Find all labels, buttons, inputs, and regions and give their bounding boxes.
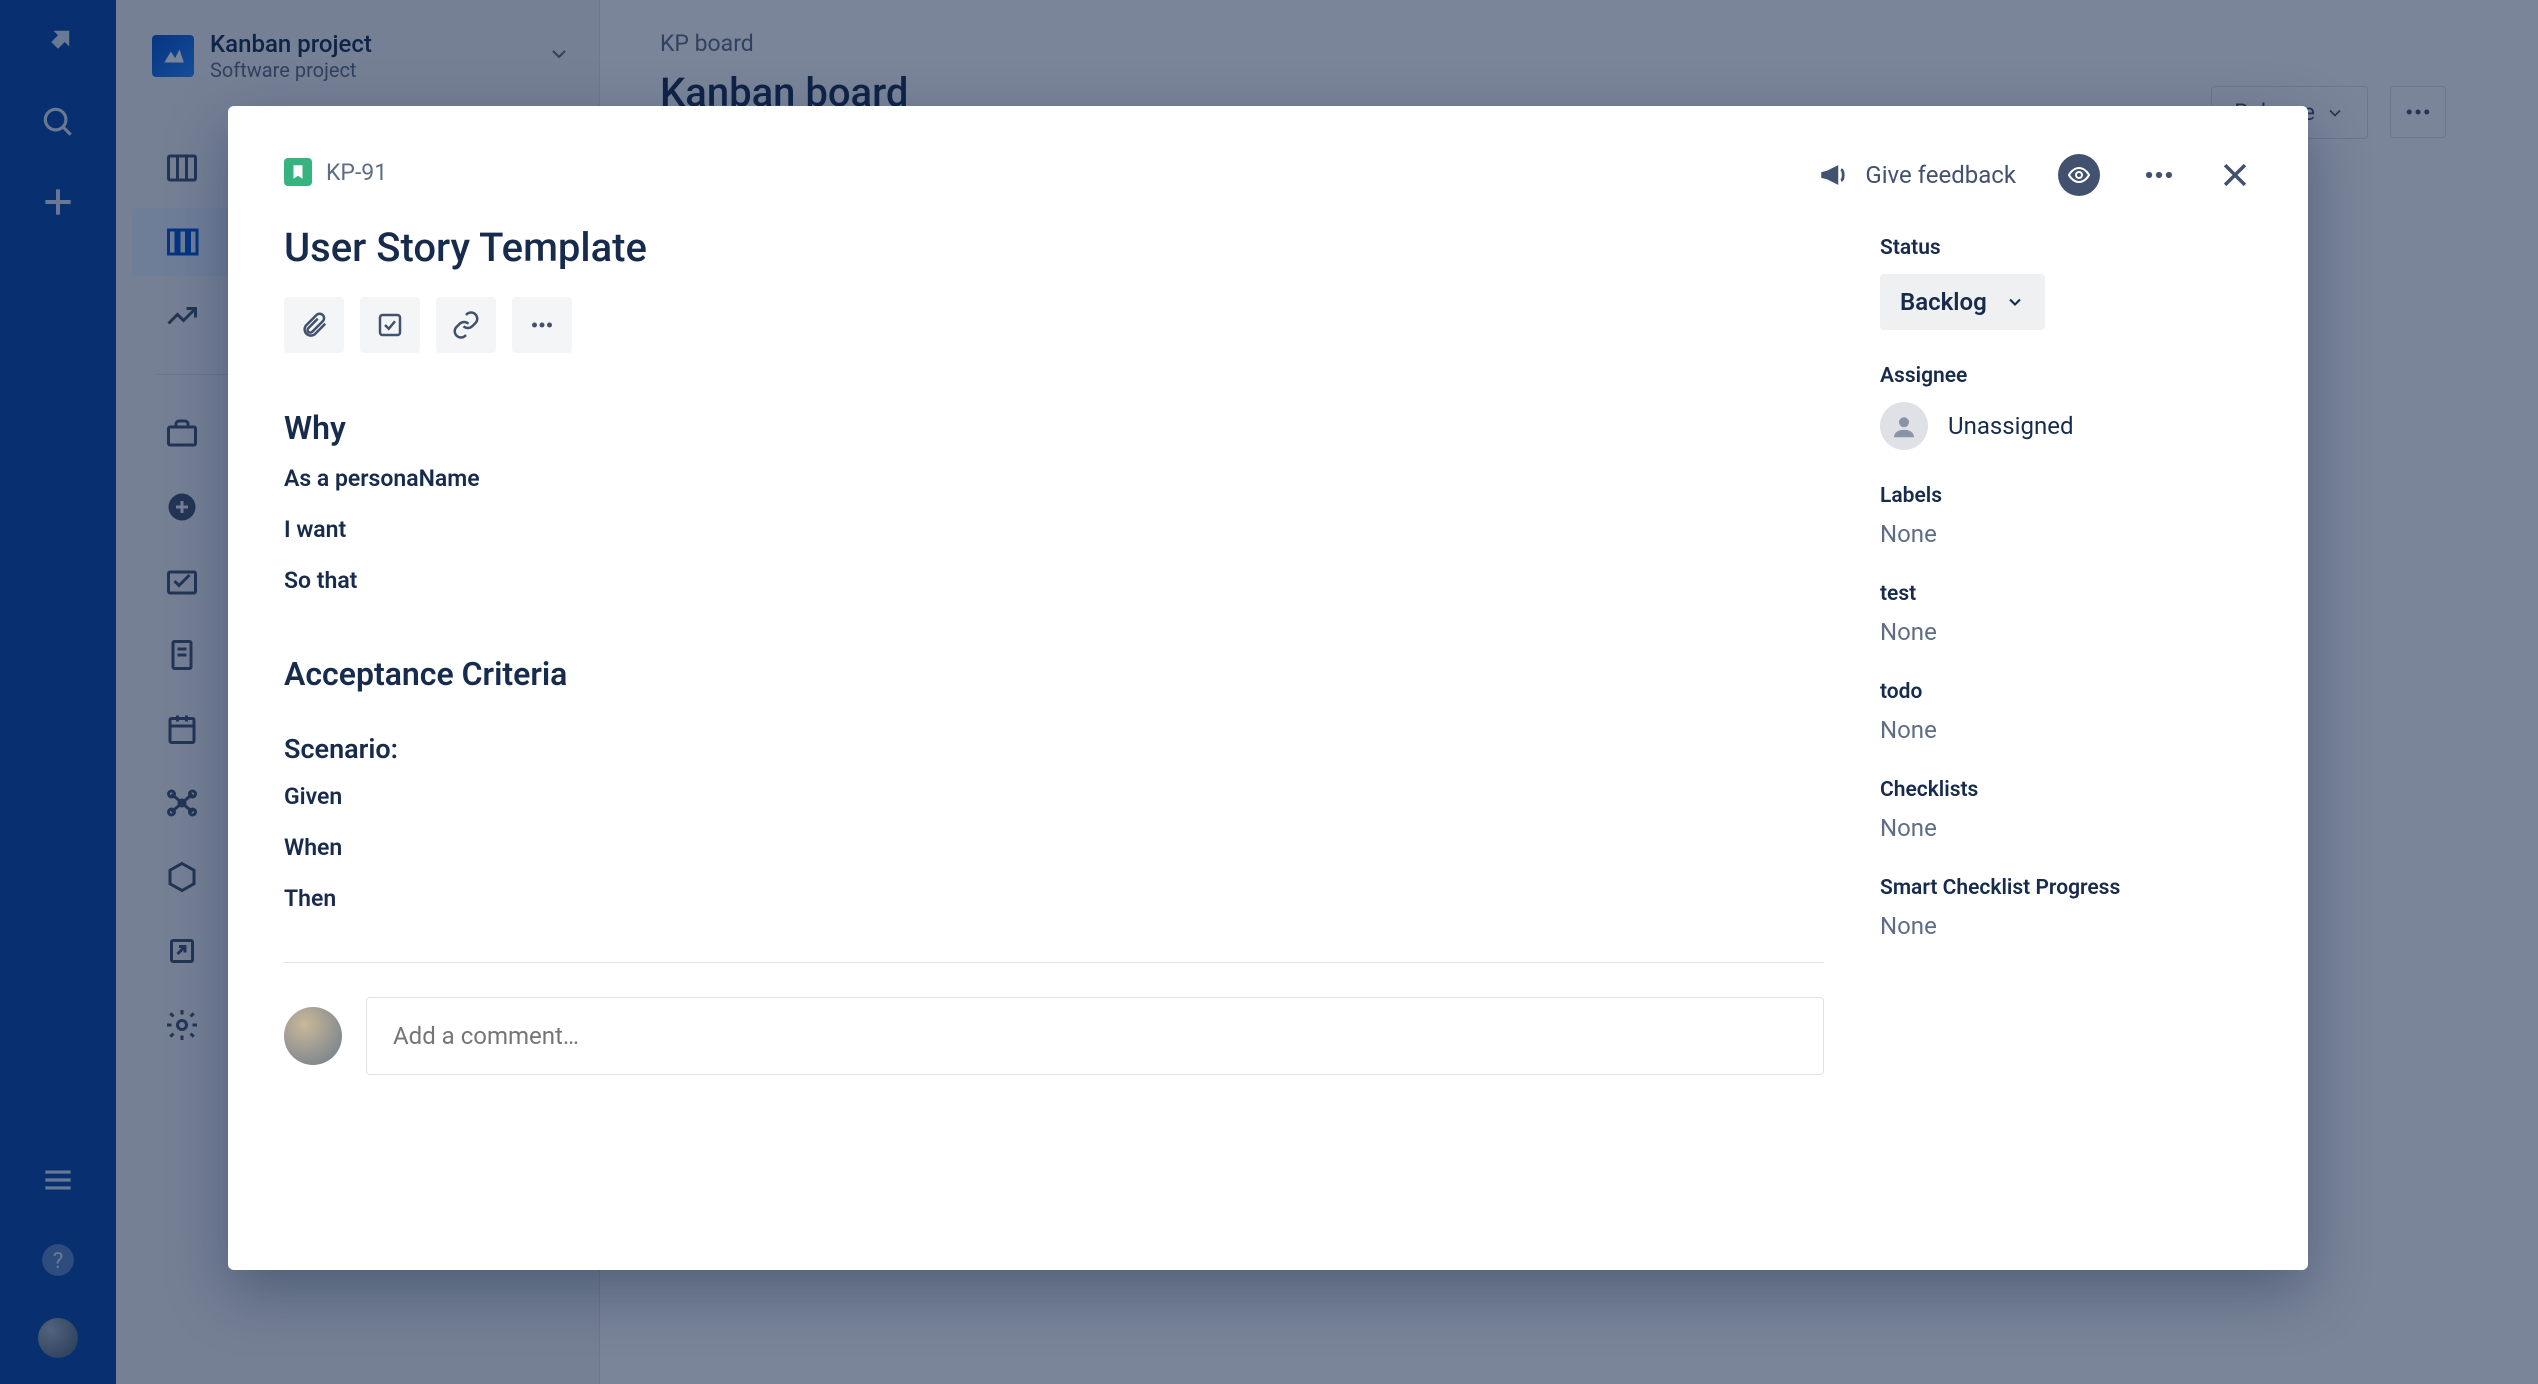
why-heading: Why	[284, 409, 1824, 447]
chevron-down-icon	[2005, 292, 2025, 312]
feedback-label: Give feedback	[1865, 161, 2016, 189]
ac-heading: Acceptance Criteria	[284, 655, 1824, 693]
field-label: todo	[1880, 680, 2252, 704]
story-icon	[284, 158, 312, 186]
person-icon	[1880, 402, 1928, 450]
assignee-field[interactable]: Unassigned	[1880, 402, 2252, 450]
issue-breadcrumb[interactable]: KP-91	[284, 158, 1824, 186]
modal-more-button[interactable]	[2142, 158, 2176, 192]
field-label: Checklists	[1880, 778, 2252, 802]
scenario-heading: Scenario:	[284, 733, 1824, 765]
status-button[interactable]: Backlog	[1880, 274, 2045, 330]
why-line[interactable]: I want	[284, 512, 1824, 549]
comment-avatar	[284, 1007, 342, 1065]
field-value[interactable]: None	[1880, 912, 2252, 940]
assignee-value: Unassigned	[1948, 412, 2073, 440]
link-button[interactable]	[436, 297, 496, 353]
ac-line[interactable]: When	[284, 830, 1824, 867]
field-value[interactable]: None	[1880, 814, 2252, 842]
comment-input[interactable]	[366, 997, 1824, 1075]
why-line[interactable]: As a personaName	[284, 461, 1824, 498]
status-value: Backlog	[1900, 288, 1987, 316]
attach-button[interactable]	[284, 297, 344, 353]
link-icon	[451, 310, 481, 340]
issue-title[interactable]: User Story Template	[284, 224, 1824, 271]
field-label: Smart Checklist Progress	[1880, 876, 2252, 900]
field-label: test	[1880, 582, 2252, 606]
checklist-button[interactable]	[360, 297, 420, 353]
issue-key[interactable]: KP-91	[326, 159, 387, 186]
more-icon	[2142, 158, 2176, 192]
assignee-label: Assignee	[1880, 364, 2252, 388]
give-feedback-button[interactable]: Give feedback	[1817, 158, 2016, 192]
field-value[interactable]: None	[1880, 716, 2252, 744]
checkbox-icon	[375, 310, 405, 340]
field-label: Labels	[1880, 484, 2252, 508]
more-icon	[527, 310, 557, 340]
more-actions-button[interactable]	[512, 297, 572, 353]
ac-line[interactable]: Then	[284, 881, 1824, 918]
close-icon	[2218, 158, 2252, 192]
attachment-icon	[299, 310, 329, 340]
watch-button[interactable]	[2058, 154, 2100, 196]
divider	[284, 962, 1824, 963]
megaphone-icon	[1817, 158, 1851, 192]
ac-line[interactable]: Given	[284, 779, 1824, 816]
status-label: Status	[1880, 236, 2252, 260]
why-line[interactable]: So that	[284, 563, 1824, 600]
field-value[interactable]: None	[1880, 520, 2252, 548]
close-button[interactable]	[2218, 158, 2252, 192]
eye-icon	[2067, 163, 2091, 187]
issue-modal: Give feedback KP-91 User Story Template	[228, 106, 2308, 1270]
field-value[interactable]: None	[1880, 618, 2252, 646]
